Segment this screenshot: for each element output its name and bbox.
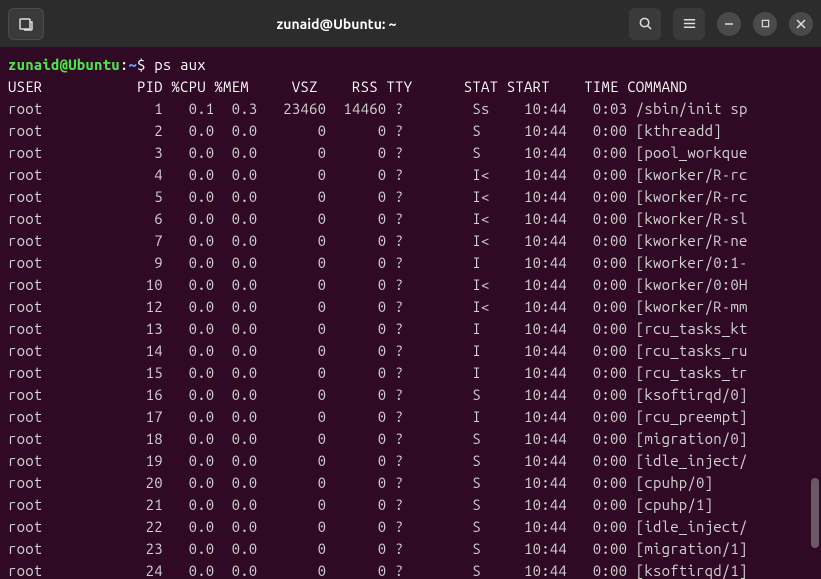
- maximize-button[interactable]: [753, 12, 777, 36]
- process-row: root 2 0.0 0.0 0 0 ? S 10:44 0:00 [kthre…: [8, 122, 722, 139]
- process-row: root 7 0.0 0.0 0 0 ? I< 10:44 0:00 [kwor…: [8, 232, 748, 249]
- search-icon: [638, 16, 653, 31]
- prompt-path: ~: [128, 56, 137, 73]
- process-row: root 6 0.0 0.0 0 0 ? I< 10:44 0:00 [kwor…: [8, 210, 748, 227]
- process-row: root 20 0.0 0.0 0 0 ? S 10:44 0:00 [cpuh…: [8, 474, 713, 491]
- process-row: root 12 0.0 0.0 0 0 ? I< 10:44 0:00 [kwo…: [8, 298, 748, 315]
- process-row: root 4 0.0 0.0 0 0 ? I< 10:44 0:00 [kwor…: [8, 166, 748, 183]
- process-row: root 23 0.0 0.0 0 0 ? S 10:44 0:00 [migr…: [8, 540, 748, 557]
- hamburger-icon: [682, 16, 697, 31]
- ps-header-line: USER PID %CPU %MEM VSZ RSS TTY STAT STAR…: [8, 78, 687, 95]
- minimize-icon: [724, 19, 734, 29]
- process-row: root 15 0.0 0.0 0 0 ? I 10:44 0:00 [rcu_…: [8, 364, 748, 381]
- scrollbar-thumb[interactable]: [811, 478, 819, 548]
- new-tab-icon: [18, 16, 34, 32]
- command-text: ps aux: [154, 56, 206, 73]
- close-icon: [796, 19, 806, 29]
- new-tab-button[interactable]: [8, 8, 44, 40]
- titlebar: zunaid@Ubuntu: ~: [0, 0, 821, 48]
- prompt-symbol: $: [137, 56, 154, 73]
- process-row: root 5 0.0 0.0 0 0 ? I< 10:44 0:00 [kwor…: [8, 188, 748, 205]
- titlebar-left: [8, 8, 44, 40]
- close-button[interactable]: [789, 12, 813, 36]
- process-row: root 18 0.0 0.0 0 0 ? S 10:44 0:00 [migr…: [8, 430, 748, 447]
- process-row: root 19 0.0 0.0 0 0 ? S 10:44 0:00 [idle…: [8, 452, 748, 469]
- titlebar-right: [629, 8, 813, 40]
- search-button[interactable]: [629, 8, 661, 40]
- process-row: root 10 0.0 0.0 0 0 ? I< 10:44 0:00 [kwo…: [8, 276, 748, 293]
- process-row: root 3 0.0 0.0 0 0 ? S 10:44 0:00 [pool_…: [8, 144, 748, 161]
- minimize-button[interactable]: [717, 12, 741, 36]
- maximize-icon: [761, 19, 770, 28]
- window-title: zunaid@Ubuntu: ~: [52, 16, 621, 32]
- process-row: root 17 0.0 0.0 0 0 ? I 10:44 0:00 [rcu_…: [8, 408, 748, 425]
- process-row: root 16 0.0 0.0 0 0 ? S 10:44 0:00 [ksof…: [8, 386, 748, 403]
- process-row: root 14 0.0 0.0 0 0 ? I 10:44 0:00 [rcu_…: [8, 342, 748, 359]
- process-row: root 9 0.0 0.0 0 0 ? I 10:44 0:00 [kwork…: [8, 254, 748, 271]
- terminal-output[interactable]: zunaid@Ubuntu:~$ ps aux USER PID %CPU %M…: [0, 48, 821, 579]
- process-row: root 1 0.1 0.3 23460 14460 ? Ss 10:44 0:…: [8, 100, 748, 117]
- process-row: root 21 0.0 0.0 0 0 ? S 10:44 0:00 [cpuh…: [8, 496, 713, 513]
- prompt-user-host: zunaid@Ubuntu: [8, 56, 120, 73]
- process-row: root 22 0.0 0.0 0 0 ? S 10:44 0:00 [idle…: [8, 518, 748, 535]
- process-row: root 13 0.0 0.0 0 0 ? I 10:44 0:00 [rcu_…: [8, 320, 748, 337]
- menu-button[interactable]: [673, 8, 705, 40]
- process-row: root 24 0.0 0.0 0 0 ? S 10:44 0:00 [ksof…: [8, 562, 748, 579]
